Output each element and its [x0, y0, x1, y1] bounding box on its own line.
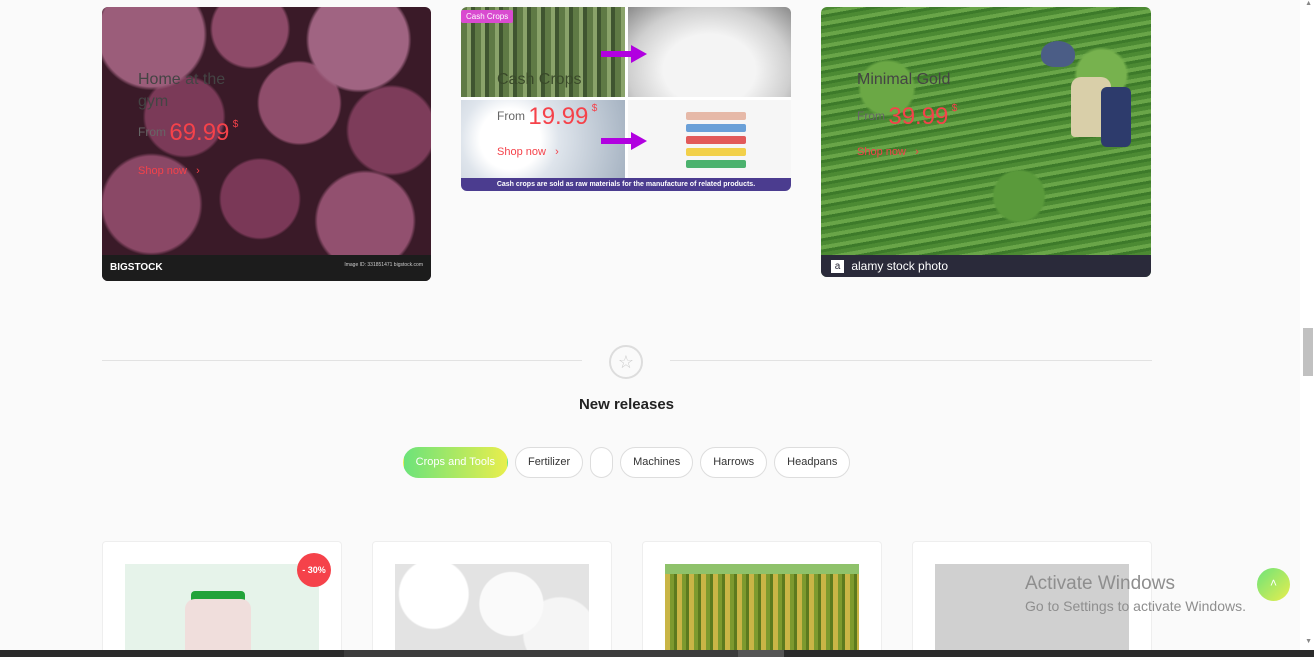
arrow-right-icon	[601, 132, 647, 150]
promo-from-label: From	[497, 109, 525, 124]
tab-machines[interactable]: Machines	[620, 447, 694, 478]
back-to-top-button[interactable]: ˄	[1257, 568, 1290, 601]
cash-crops-caption: Cash crops are sold as raw materials for…	[461, 178, 791, 191]
promo-card-cash-crops[interactable]: Cash Crops Cash crops are sold as raw ma…	[461, 7, 791, 191]
cash-crops-badge: Cash Crops	[461, 10, 514, 23]
promo-from-label: From	[138, 125, 166, 140]
promo-price: From 69.99 $	[138, 119, 238, 147]
section-divider-left	[102, 360, 582, 361]
shop-now-link[interactable]: Shop now ›	[857, 146, 919, 158]
chevron-right-icon: ›	[909, 146, 919, 158]
product-card[interactable]	[642, 541, 882, 657]
watermark-subtitle: Go to Settings to activate Windows.	[1025, 598, 1246, 614]
farmer-field-image	[821, 7, 1151, 277]
watermark-title: Activate Windows	[1025, 573, 1175, 594]
section-title: New releases	[578, 396, 675, 413]
shop-now-label: Shop now	[138, 165, 187, 177]
promo-from-label: From	[857, 109, 885, 124]
promo-price-value: 69.99	[169, 119, 230, 146]
alamy-logo-icon: a	[831, 260, 844, 274]
discount-badge: - 30%	[297, 553, 331, 587]
shop-now-label: Shop now	[497, 146, 546, 158]
cash-crops-image: Cash Crops Cash crops are sold as raw ma…	[461, 7, 791, 191]
promo-price: From 19.99 $	[497, 103, 597, 131]
section-divider-right	[670, 360, 1152, 361]
cornfield-image	[665, 564, 859, 657]
taskbar	[0, 650, 1314, 657]
bigstock-logo: BIGSTOCK	[110, 262, 163, 273]
sugar-image	[628, 7, 791, 97]
tab-crops-and-tools[interactable]: Crops and Tools	[402, 447, 508, 478]
scroll-down-icon[interactable]: ▼	[1305, 638, 1312, 645]
chevron-up-icon: ˄	[1269, 576, 1277, 590]
alamy-watermark: alamy stock photo	[851, 259, 949, 273]
arrow-right-icon	[601, 45, 647, 63]
product-card[interactable]: - 30%	[102, 541, 342, 657]
promo-card-home-gym[interactable]: BIGSTOCK Image ID: 331851471 bigstock.co…	[102, 7, 431, 281]
chevron-right-icon: ›	[549, 146, 559, 158]
promo-card-minimal-gold[interactable]: a alamy stock photo Minimal Gold From 39…	[821, 7, 1151, 277]
scroll-up-icon[interactable]: ▲	[1305, 0, 1312, 7]
promo-title: Cash Crops	[497, 71, 582, 88]
shop-now-link[interactable]: Shop now ›	[497, 146, 559, 158]
vertical-scrollbar[interactable]: ▲ ▼	[1300, 0, 1314, 650]
bigstock-image-id: Image ID: 331851471 bigstock.com	[344, 262, 423, 268]
alamy-watermark-bar: a alamy stock photo	[821, 255, 1151, 277]
promo-currency: $	[591, 103, 598, 114]
category-tabs: Crops and Tools Fertilizer Machines Harr…	[0, 447, 1253, 478]
promo-price-value: 19.99	[528, 103, 589, 130]
promo-price-value: 39.99	[888, 103, 949, 130]
promo-currency: $	[232, 119, 239, 130]
promo-title: Minimal Gold	[857, 71, 951, 88]
bigstock-watermark-bar: BIGSTOCK Image ID: 331851471 bigstock.co…	[102, 255, 431, 281]
tab-empty[interactable]	[590, 447, 614, 478]
promo-title: Home at the gym	[138, 71, 226, 110]
star-icon: ☆	[609, 345, 643, 379]
shop-now-link[interactable]: Shop now ›	[138, 165, 200, 177]
scrollbar-thumb[interactable]	[1303, 328, 1313, 376]
promo-price: From 39.99 $	[857, 103, 957, 131]
shop-now-label: Shop now	[857, 146, 906, 158]
windows-activation-watermark: Activate Windows Go to Settings to activ…	[1025, 573, 1246, 614]
fertilizer-bottle-image	[125, 564, 319, 657]
product-card[interactable]	[372, 541, 612, 657]
chevron-right-icon: ›	[190, 165, 200, 177]
tab-harrows[interactable]: Harrows	[700, 447, 768, 478]
promo-currency: $	[951, 103, 958, 114]
cotton-image	[395, 564, 589, 657]
clothes-image	[628, 100, 791, 178]
tab-headpans[interactable]: Headpans	[774, 447, 851, 478]
tab-fertilizer[interactable]: Fertilizer	[514, 447, 584, 478]
